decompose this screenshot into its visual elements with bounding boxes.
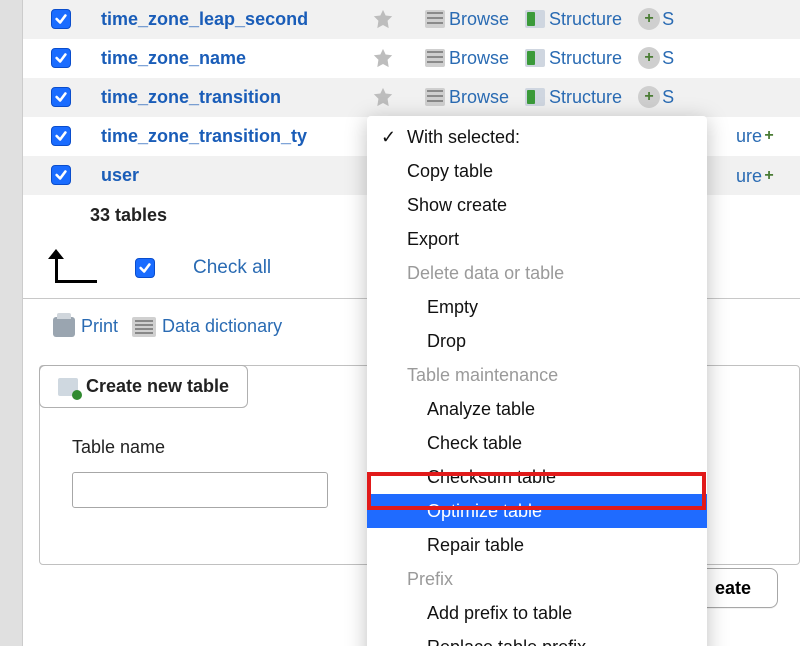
menu-export[interactable]: Export <box>367 222 707 256</box>
table-name-input[interactable] <box>72 472 328 508</box>
table-row[interactable]: time_zone_transition Browse Structure S <box>23 78 800 117</box>
truncated-link[interactable]: S <box>662 48 674 69</box>
arrow-up-icon <box>45 253 101 283</box>
favorite-star-icon[interactable] <box>371 46 395 70</box>
structure-label: Structure <box>549 87 622 108</box>
checkbox[interactable] <box>51 48 71 68</box>
menu-analyze-table[interactable]: Analyze table <box>367 392 707 426</box>
menu-checksum-table[interactable]: Checksum table <box>367 460 707 494</box>
browse-icon <box>425 88 445 106</box>
create-table-tab[interactable]: Create new table <box>39 365 248 408</box>
table-name[interactable]: time_zone_transition <box>101 87 371 108</box>
data-dictionary-link[interactable]: Data dictionary <box>132 316 282 337</box>
table-name[interactable]: time_zone_name <box>101 48 371 69</box>
create-table-icon <box>58 378 78 396</box>
table-name[interactable]: time_zone_leap_second <box>101 9 371 30</box>
truncated-link[interactable]: S <box>662 87 674 108</box>
menu-add-prefix[interactable]: Add prefix to table <box>367 596 707 630</box>
browse-link[interactable]: Browse <box>425 9 509 30</box>
menu-group-maintenance: Table maintenance <box>367 358 707 392</box>
menu-with-selected[interactable]: With selected: <box>367 120 707 154</box>
browse-link[interactable]: Browse <box>425 48 509 69</box>
truncated-link[interactable]: ure <box>736 166 762 187</box>
insert-icon[interactable] <box>638 86 660 108</box>
menu-show-create[interactable]: Show create <box>367 188 707 222</box>
truncated-link[interactable]: S <box>662 9 674 30</box>
favorite-star-icon[interactable] <box>371 7 395 31</box>
menu-optimize-table[interactable]: Optimize table <box>367 494 707 528</box>
insert-icon[interactable] <box>638 8 660 30</box>
structure-link[interactable]: Structure <box>525 87 622 108</box>
structure-icon <box>525 88 545 106</box>
check-all-checkbox[interactable] <box>135 258 155 278</box>
truncated-link[interactable]: ure <box>736 126 762 147</box>
check-all-label[interactable]: Check all <box>193 257 271 279</box>
checkbox[interactable] <box>51 126 71 146</box>
create-table-title: Create new table <box>86 376 229 397</box>
checkbox[interactable] <box>51 87 71 107</box>
menu-check-table[interactable]: Check table <box>367 426 707 460</box>
menu-copy-table[interactable]: Copy table <box>367 154 707 188</box>
table-name-label: Table name <box>72 437 328 458</box>
menu-repair-table[interactable]: Repair table <box>367 528 707 562</box>
browse-link[interactable]: Browse <box>425 87 509 108</box>
structure-link[interactable]: Structure <box>525 9 622 30</box>
with-selected-menu[interactable]: With selected: Copy table Show create Ex… <box>367 116 707 646</box>
table-name[interactable]: time_zone_transition_ty <box>101 126 371 147</box>
browse-label: Browse <box>449 87 509 108</box>
dictionary-icon <box>132 317 156 337</box>
structure-icon <box>525 49 545 67</box>
table-row[interactable]: time_zone_leap_second Browse Structure S <box>23 0 800 39</box>
structure-label: Structure <box>549 9 622 30</box>
checkbox[interactable] <box>51 9 71 29</box>
menu-drop[interactable]: Drop <box>367 324 707 358</box>
checkbox[interactable] <box>51 165 71 185</box>
menu-replace-prefix[interactable]: Replace table prefix <box>367 630 707 646</box>
table-row[interactable]: time_zone_name Browse Structure S <box>23 39 800 78</box>
browse-label: Browse <box>449 9 509 30</box>
print-icon <box>53 317 75 337</box>
favorite-star-icon[interactable] <box>371 85 395 109</box>
menu-group-delete: Delete data or table <box>367 256 707 290</box>
structure-link[interactable]: Structure <box>525 48 622 69</box>
structure-label: Structure <box>549 48 622 69</box>
insert-icon[interactable] <box>638 47 660 69</box>
table-name[interactable]: user <box>101 165 371 186</box>
data-dictionary-label: Data dictionary <box>162 316 282 337</box>
menu-group-prefix: Prefix <box>367 562 707 596</box>
browse-icon <box>425 10 445 28</box>
structure-icon <box>525 10 545 28</box>
table-count: 33 tables <box>90 205 167 226</box>
print-label: Print <box>81 316 118 337</box>
browse-icon <box>425 49 445 67</box>
browse-label: Browse <box>449 48 509 69</box>
menu-empty[interactable]: Empty <box>367 290 707 324</box>
print-link[interactable]: Print <box>53 316 118 337</box>
